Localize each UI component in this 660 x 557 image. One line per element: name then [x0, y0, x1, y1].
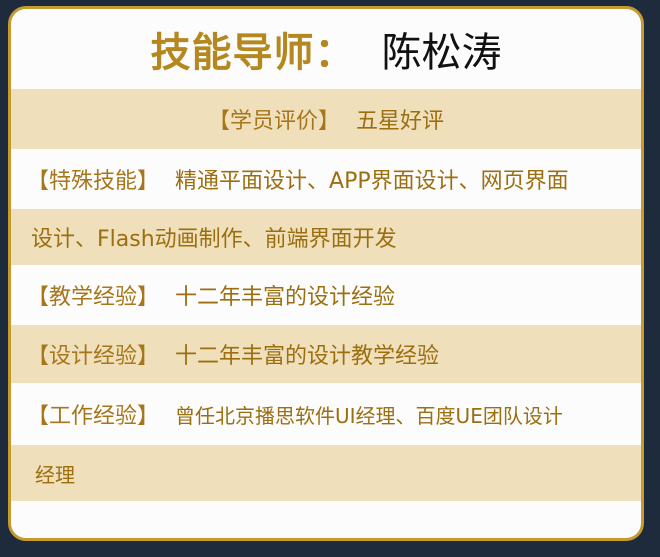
rating-value: 五星好评: [356, 109, 445, 134]
skills-value-continued: 设计、Flash动画制作、前端界面开发: [31, 227, 397, 252]
mentor-title-label: 技能导师：: [150, 30, 356, 76]
teaching-label: 【教学经验】: [27, 285, 160, 310]
rating-label: 【学员评价】: [207, 109, 340, 134]
mentor-card: 技能导师： 陈松涛 【学员评价】 五星好评 【特殊技能】 精通平面设计、APP界…: [8, 6, 644, 541]
design-row: 【设计经验】 十二年丰富的设计教学经验: [11, 325, 641, 383]
skills-value: 精通平面设计、APP界面设计、网页界面: [175, 169, 569, 194]
design-label: 【设计经验】: [27, 344, 160, 369]
rating-row: 【学员评价】 五星好评: [11, 89, 641, 149]
skills-label: 【特殊技能】: [27, 169, 160, 194]
work-value-continued: 经理: [35, 462, 75, 487]
work-value: 曾任北京播思软件UI经理、百度UE团队设计: [175, 403, 563, 428]
teaching-row: 【教学经验】 十二年丰富的设计经验: [11, 265, 641, 325]
teaching-value: 十二年丰富的设计经验: [175, 285, 396, 310]
work-row: 【工作经验】 曾任北京播思软件UI经理、百度UE团队设计: [11, 383, 641, 445]
mentor-title: 技能导师： 陈松涛: [11, 9, 641, 89]
skills-row: 【特殊技能】 精通平面设计、APP界面设计、网页界面: [11, 149, 641, 209]
mentor-name: 陈松涛: [381, 30, 502, 76]
skills-row-continued: 设计、Flash动画制作、前端界面开发: [11, 209, 641, 265]
work-row-continued: 经理: [11, 445, 641, 501]
design-value: 十二年丰富的设计教学经验: [175, 344, 440, 369]
work-label: 【工作经验】: [27, 404, 160, 429]
